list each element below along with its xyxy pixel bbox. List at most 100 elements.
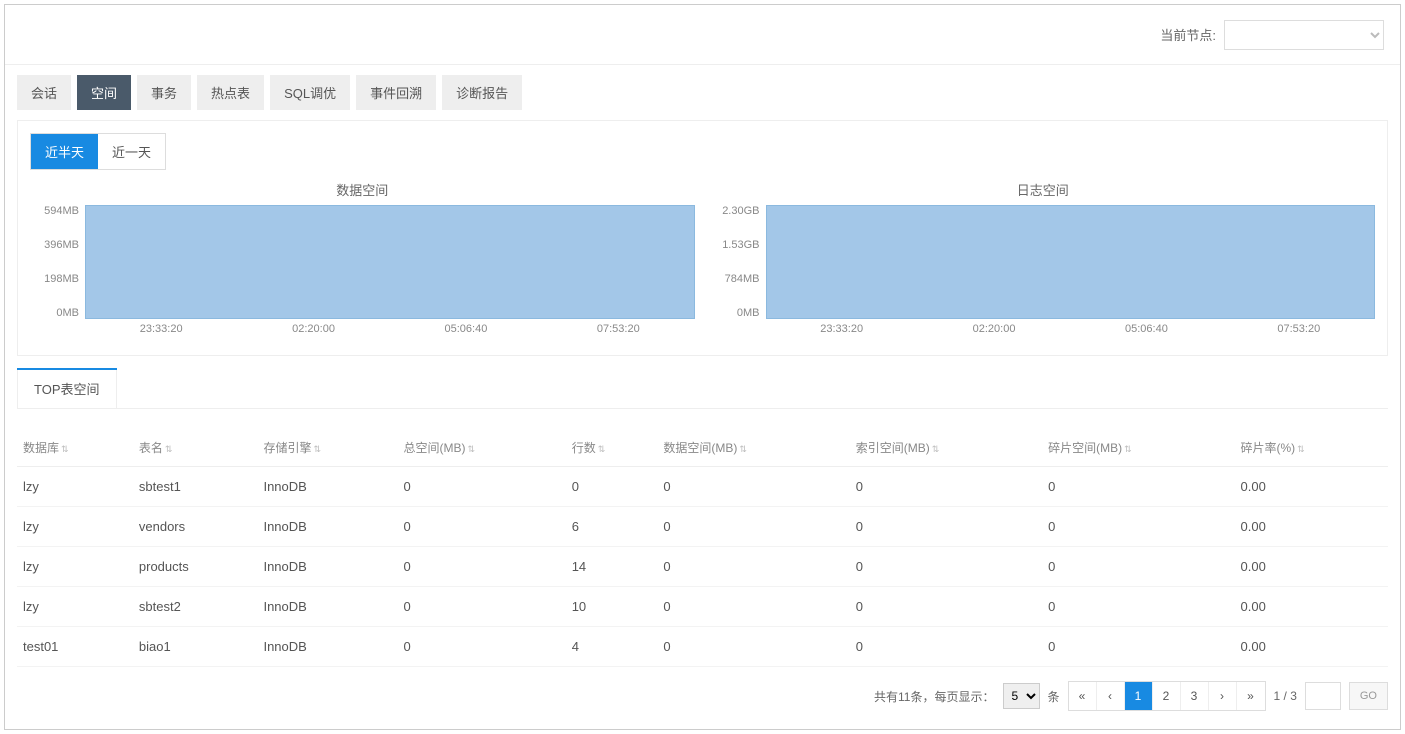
range-half-day[interactable]: 近半天 <box>31 134 98 169</box>
pager-first[interactable]: « <box>1069 682 1097 710</box>
sort-icon: ⇅ <box>313 444 321 454</box>
cell-idx: 0 <box>850 507 1042 547</box>
y-tick: 2.30GB <box>722 205 759 217</box>
cell-rate: 0.00 <box>1235 627 1389 667</box>
cell-eng: InnoDB <box>257 627 397 667</box>
tab-diagnostic-report[interactable]: 诊断报告 <box>442 75 522 110</box>
tab-sql-tuning[interactable]: SQL调优 <box>270 75 350 110</box>
content: 近半天 近一天 数据空间 594MB 396MB 198MB 0MB <box>5 120 1400 729</box>
cell-rate: 0.00 <box>1235 547 1389 587</box>
y-tick: 396MB <box>44 239 79 251</box>
table-row[interactable]: test01biao1InnoDB040000.00 <box>17 627 1388 667</box>
cell-data: 0 <box>657 627 849 667</box>
cell-total: 0 <box>398 547 566 587</box>
sub-tab-top-table-space[interactable]: TOP表空间 <box>17 368 117 408</box>
y-tick: 784MB <box>725 273 760 285</box>
cell-tbl: sbtest1 <box>133 467 258 507</box>
sub-tabs: TOP表空间 <box>17 368 1388 409</box>
chart-plot-area[interactable] <box>85 205 695 319</box>
cell-db: lzy <box>17 507 133 547</box>
y-tick: 1.53GB <box>722 239 759 251</box>
table-row[interactable]: lzysbtest2InnoDB0100000.00 <box>17 587 1388 627</box>
tab-hotspot[interactable]: 热点表 <box>197 75 264 110</box>
pager-page-3[interactable]: 3 <box>1181 682 1209 710</box>
page-size-select[interactable]: 5 <box>1003 683 1040 709</box>
y-tick: 0MB <box>56 307 79 319</box>
cell-db: lzy <box>17 587 133 627</box>
top-bar: 当前节点: <box>5 5 1400 65</box>
x-tick: 02:20:00 <box>973 323 1016 335</box>
cell-db: test01 <box>17 627 133 667</box>
col-rows[interactable]: 行数⇅ <box>566 429 658 467</box>
cell-idx: 0 <box>850 627 1042 667</box>
chart-title: 数据空间 <box>30 180 695 199</box>
range-one-day[interactable]: 近一天 <box>98 134 165 169</box>
pager-indicator: 1 / 3 <box>1274 689 1297 703</box>
col-frag-mb[interactable]: 碎片空间(MB)⇅ <box>1042 429 1234 467</box>
sort-icon: ⇅ <box>1297 444 1305 454</box>
tab-session[interactable]: 会话 <box>17 75 71 110</box>
x-tick: 02:20:00 <box>292 323 335 335</box>
current-node-label: 当前节点: <box>1160 25 1216 44</box>
cell-tbl: vendors <box>133 507 258 547</box>
cell-eng: InnoDB <box>257 507 397 547</box>
x-tick: 23:33:20 <box>140 323 183 335</box>
col-data-mb[interactable]: 数据空间(MB)⇅ <box>657 429 849 467</box>
chart-x-axis: 23:33:20 02:20:00 05:06:40 07:53:20 <box>766 319 1376 335</box>
cell-total: 0 <box>398 507 566 547</box>
x-tick: 05:06:40 <box>445 323 488 335</box>
pagination: 共有11条，每页显示： 5 条 « ‹ 1 2 3 › » 1 / 3 GO <box>17 667 1388 717</box>
y-tick: 0MB <box>737 307 760 319</box>
sort-icon: ⇅ <box>468 444 476 454</box>
y-tick: 198MB <box>44 273 79 285</box>
cell-rows: 4 <box>566 627 658 667</box>
cell-total: 0 <box>398 587 566 627</box>
tab-space[interactable]: 空间 <box>77 75 131 110</box>
pager-go-button[interactable]: GO <box>1349 682 1388 710</box>
col-frag-rate[interactable]: 碎片率(%)⇅ <box>1235 429 1389 467</box>
table-row[interactable]: lzyvendorsInnoDB060000.00 <box>17 507 1388 547</box>
col-engine[interactable]: 存储引擎⇅ <box>257 429 397 467</box>
cell-idx: 0 <box>850 467 1042 507</box>
global-tabs: 会话 空间 事务 热点表 SQL调优 事件回溯 诊断报告 <box>5 65 1400 120</box>
cell-rows: 0 <box>566 467 658 507</box>
table-row[interactable]: lzysbtest1InnoDB000000.00 <box>17 467 1388 507</box>
sort-icon: ⇅ <box>598 444 606 454</box>
cell-db: lzy <box>17 547 133 587</box>
sort-icon: ⇅ <box>61 444 69 454</box>
tab-event-trace[interactable]: 事件回溯 <box>356 75 436 110</box>
sort-icon: ⇅ <box>932 444 940 454</box>
x-tick: 07:53:20 <box>597 323 640 335</box>
tab-transaction[interactable]: 事务 <box>137 75 191 110</box>
cell-rows: 6 <box>566 507 658 547</box>
cell-data: 0 <box>657 467 849 507</box>
x-tick: 23:33:20 <box>820 323 863 335</box>
col-index-mb[interactable]: 索引空间(MB)⇅ <box>850 429 1042 467</box>
cell-idx: 0 <box>850 587 1042 627</box>
pager-jump-input[interactable] <box>1305 682 1341 710</box>
cell-rate: 0.00 <box>1235 587 1389 627</box>
current-node-select[interactable] <box>1224 20 1384 50</box>
chart-y-axis: 594MB 396MB 198MB 0MB <box>30 205 85 335</box>
pager-next[interactable]: › <box>1209 682 1237 710</box>
y-tick: 594MB <box>44 205 79 217</box>
cell-eng: InnoDB <box>257 467 397 507</box>
col-database[interactable]: 数据库⇅ <box>17 429 133 467</box>
sort-icon: ⇅ <box>165 444 173 454</box>
col-table[interactable]: 表名⇅ <box>133 429 258 467</box>
pager-unit: 条 <box>1048 688 1060 705</box>
cell-rate: 0.00 <box>1235 507 1389 547</box>
col-total-mb[interactable]: 总空间(MB)⇅ <box>398 429 566 467</box>
pager-page-2[interactable]: 2 <box>1153 682 1181 710</box>
pager-last[interactable]: » <box>1237 682 1265 710</box>
chart-plot-area[interactable] <box>766 205 1376 319</box>
cell-data: 0 <box>657 587 849 627</box>
chart-title: 日志空间 <box>711 180 1376 199</box>
pager-buttons: « ‹ 1 2 3 › » <box>1068 681 1266 711</box>
chart-y-axis: 2.30GB 1.53GB 784MB 0MB <box>711 205 766 335</box>
cell-frag: 0 <box>1042 587 1234 627</box>
pager-page-1[interactable]: 1 <box>1125 682 1153 710</box>
pager-prev[interactable]: ‹ <box>1097 682 1125 710</box>
table-row[interactable]: lzyproductsInnoDB0140000.00 <box>17 547 1388 587</box>
cell-db: lzy <box>17 467 133 507</box>
